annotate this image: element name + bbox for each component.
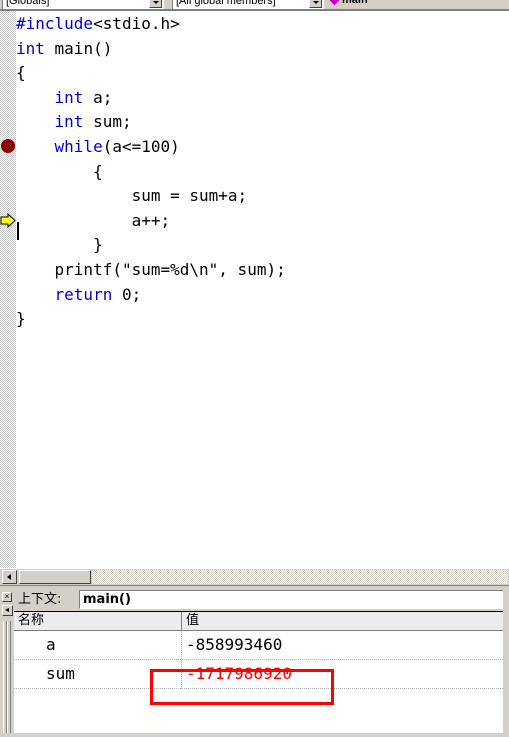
code-token: printf("sum=%d\n", sum); [54,259,286,279]
close-icon[interactable]: × [2,592,12,602]
scroll-left-button[interactable] [2,570,17,584]
column-header-value[interactable]: 值 [181,612,509,630]
code-token: sum; [83,112,132,132]
panel-right-edge [503,589,509,737]
code-line: a++; [16,209,509,234]
code-token: int [16,38,45,58]
variable-name: sum [46,664,75,683]
variables-panel: × 上下文: main() 名称 值 a -858993460 sum -171… [0,589,509,737]
editor-gutter[interactable] [0,11,16,568]
panel-bottom-edge [0,733,509,737]
code-token: <stdio.h> [93,14,180,33]
variable-name: a [46,635,56,654]
column-header-name[interactable]: 名称 [14,612,181,630]
code-token: int [54,112,84,132]
code-token: (a<=100) [102,136,180,156]
table-row[interactable]: sum -1717986920 [14,660,509,689]
code-line: while(a<=100) [16,135,509,160]
context-combo[interactable]: main() [79,590,509,609]
triangle-left-icon[interactable] [2,605,13,616]
code-token: } [93,235,103,255]
variables-grid[interactable]: 名称 值 a -858993460 sum -1717986920 [14,611,509,737]
members-combo-value: [All global members] [176,0,276,7]
code-token: a++; [131,210,171,230]
code-line: int a; [16,86,509,111]
code-line: int main() [16,37,509,62]
code-line: return 0; [16,283,509,308]
code-line: int sum; [16,110,509,135]
context-label: 上下文: [18,592,62,607]
code-token: } [16,309,26,329]
code-line: { [16,61,509,86]
code-token: { [93,161,103,181]
context-row: 上下文: main() [14,589,509,611]
breakpoint-icon[interactable] [1,139,15,153]
code-token: main() [44,38,113,58]
code-line: printf("sum=%d\n", sum); [16,258,509,283]
code-token: 0; [112,284,142,304]
code-token: sum = sum+a; [131,186,248,206]
editor-horizontal-scrollbar[interactable] [0,568,509,585]
code-token: while [54,136,103,156]
code-line: #include<stdio.h> [16,12,509,37]
scrollbar-track[interactable] [92,570,508,584]
code-line: } [16,307,509,332]
variables-grid-header: 名称 值 [14,612,509,631]
code-token: #include [16,14,94,33]
code-line: sum = sum+a; [16,184,509,209]
scrollbar-thumb[interactable] [19,570,91,584]
magenta-diamond-icon [330,0,341,6]
code-token: return [54,284,113,304]
code-line: { [16,160,509,185]
chevron-down-icon[interactable] [309,0,322,8]
instruction-pointer-arrow-icon [0,212,16,228]
code-token: int [54,87,84,107]
code-token: { [16,63,26,83]
vc6-debugger-window: [Globals] [All global members] main #inc… [0,0,509,737]
text-caret [17,221,19,240]
current-member-name: main [342,0,368,6]
table-row[interactable]: a -858993460 [14,631,509,660]
chevron-down-icon[interactable] [149,0,162,8]
variable-value[interactable]: -1717986920 [186,663,292,687]
code-line: } [16,233,509,258]
variable-value[interactable]: -858993460 [186,634,282,658]
code-token: a; [83,87,113,107]
globals-scope-combo-value: [Globals] [6,0,50,7]
code-text[interactable]: #include<stdio.h> int main(){ int a; int … [16,11,509,568]
source-code-editor[interactable]: #include<stdio.h> int main(){ int a; int … [0,11,509,568]
panel-dock-grip[interactable]: × [0,589,14,737]
context-combo-value: main() [83,592,131,607]
grip-bars[interactable] [3,621,11,733]
